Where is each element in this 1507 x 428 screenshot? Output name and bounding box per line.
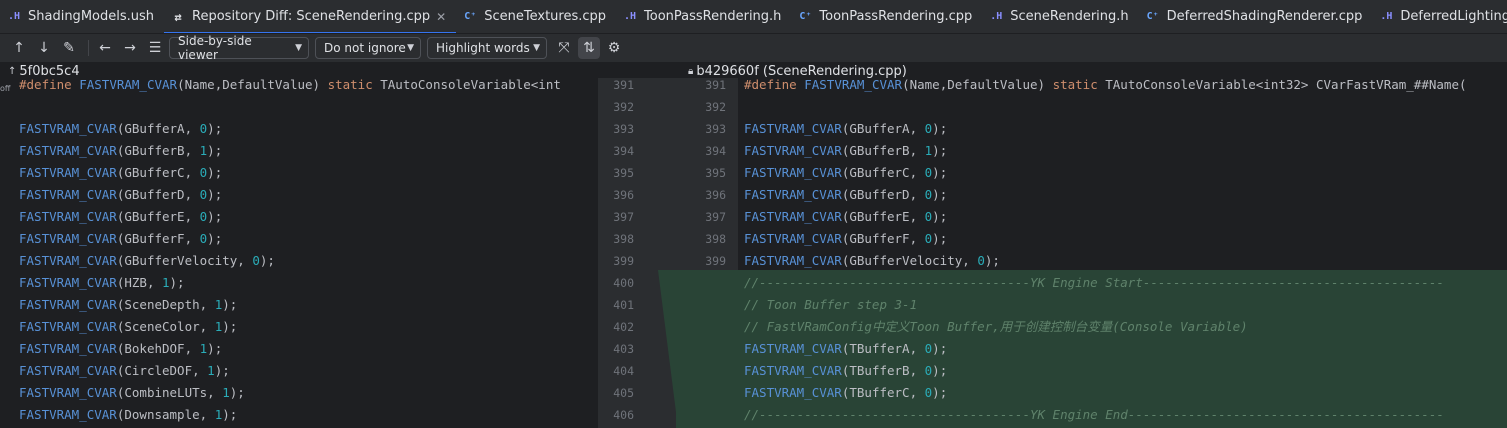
settings-button[interactable]: ⚙ [603, 37, 625, 59]
diff-editor: off #define FASTVRAM_CVAR(Name,DefaultVa… [0, 78, 1507, 428]
left-code-line: FASTVRAM_CVAR(BokehDOF, 1); [19, 341, 223, 356]
right-code-line: FASTVRAM_CVAR(GBufferVelocity, 0); [744, 253, 1000, 268]
cpp-file-icon: C⁺ [799, 11, 812, 22]
collapse-unchanged-button[interactable]: ⤧ [553, 37, 575, 59]
commit-arrow-icon: ↑ [8, 65, 17, 77]
tab-scenerendering-h[interactable]: .H SceneRendering.h [982, 0, 1138, 33]
right-code-line: FASTVRAM_CVAR(TBufferC, 0); [744, 385, 948, 400]
pencil-icon: ✎ [63, 40, 75, 56]
left-revision-label: 5f0bc5c4 [19, 63, 80, 79]
left-code-line: FASTVRAM_CVAR(GBufferC, 0); [19, 165, 223, 180]
right-code-line: #define FASTVRAM_CVAR(Name,DefaultValue)… [744, 78, 1467, 92]
tab-toonpassrendering-cpp[interactable]: C⁺ ToonPassRendering.cpp [791, 0, 982, 33]
next-difference-button[interactable]: ↓ [33, 37, 55, 59]
tab-label: Repository Diff: SceneRendering.cpp [192, 9, 431, 24]
right-code-line: FASTVRAM_CVAR(GBufferB, 1); [744, 143, 948, 158]
left-code-pane[interactable]: off #define FASTVRAM_CVAR(Name,DefaultVa… [0, 78, 598, 428]
left-code-line: FASTVRAM_CVAR(CombineLUTs, 1); [19, 385, 245, 400]
ignore-mode-label: Do not ignore [324, 41, 406, 55]
tab-label: DeferredLightingCommon.ush [1400, 9, 1507, 24]
ignore-mode-dropdown[interactable]: Do not ignore ▼ [315, 37, 421, 59]
right-code-pane[interactable]: #define FASTVRAM_CVAR(Name,DefaultValue)… [738, 78, 1507, 428]
left-code-line: FASTVRAM_CVAR(GBufferB, 1); [19, 143, 223, 158]
diff-toolbar: ↑ ↓ ✎ ← → ☰ Side-by-side viewer ▼ Do not… [0, 34, 1507, 62]
back-button[interactable]: ← [94, 37, 116, 59]
tab-toonpassrendering-h[interactable]: .H ToonPassRendering.h [616, 0, 791, 33]
left-code-line: FASTVRAM_CVAR(GBufferVelocity, 0); [19, 253, 275, 268]
left-code-line: FASTVRAM_CVAR(GBufferE, 0); [19, 209, 223, 224]
left-code-line: FASTVRAM_CVAR(SceneDepth, 1); [19, 297, 238, 312]
chevron-down-icon: ▼ [533, 43, 540, 53]
tab-deferredlightingcommon-ush[interactable]: .H DeferredLightingCommon.ush [1372, 0, 1507, 33]
arrow-down-icon: ↓ [38, 40, 50, 56]
change-connector [658, 270, 738, 428]
insertion-connector [658, 270, 738, 428]
file-list-button[interactable]: ☰ [144, 37, 166, 59]
sync-scroll-icon: ⇅ [583, 40, 595, 56]
tab-label: ToonPassRendering.cpp [819, 9, 973, 24]
cpp-file-icon: C⁺ [1146, 11, 1159, 22]
header-file-icon: .H [624, 11, 637, 22]
viewer-mode-dropdown[interactable]: Side-by-side viewer ▼ [169, 34, 309, 62]
left-code-line: FASTVRAM_CVAR(GBufferD, 0); [19, 187, 223, 202]
previous-difference-button[interactable]: ↑ [8, 37, 30, 59]
edit-source-button[interactable]: ✎ [58, 37, 80, 59]
tab-scenetextures-cpp[interactable]: C⁺ SceneTextures.cpp [456, 0, 616, 33]
gear-icon: ⚙ [607, 40, 621, 56]
chevron-down-icon: ▼ [295, 43, 302, 53]
right-code-line: FASTVRAM_CVAR(GBufferF, 0); [744, 231, 948, 246]
scroll-indicator: off [0, 84, 11, 93]
close-icon[interactable]: ✕ [436, 10, 446, 24]
file-list-icon: ☰ [148, 40, 162, 56]
sync-scroll-toggle[interactable]: ⇅ [578, 37, 600, 59]
tab-label: SceneTextures.cpp [484, 9, 607, 24]
forward-button[interactable]: → [119, 37, 141, 59]
chevron-down-icon: ▼ [407, 43, 414, 53]
tab-label: ToonPassRendering.h [644, 9, 782, 24]
arrow-left-icon: ← [99, 40, 111, 56]
right-code-line: FASTVRAM_CVAR(TBufferA, 0); [744, 341, 948, 356]
right-code-line: FASTVRAM_CVAR(GBufferA, 0); [744, 121, 948, 136]
diff-icon: ⇄ [174, 9, 182, 24]
tab-shadingmodels-ush[interactable]: .H ShadingModels.ush [0, 0, 164, 33]
left-code-line: FASTVRAM_CVAR(GBufferA, 0); [19, 121, 223, 136]
tab-deferredshadingrenderer-cpp[interactable]: C⁺ DeferredShadingRenderer.cpp [1139, 0, 1373, 33]
right-code-line: // FastVRamConfig中定义Toon Buffer,用于创建控制台变… [744, 319, 1248, 334]
arrow-up-icon: ↑ [13, 40, 25, 56]
left-code-line: FASTVRAM_CVAR(Downsample, 1); [19, 407, 238, 422]
tab-label: ShadingModels.ush [28, 9, 155, 24]
right-code-line: FASTVRAM_CVAR(TBufferB, 0); [744, 363, 948, 378]
left-code-line: FASTVRAM_CVAR(GBufferF, 0); [19, 231, 223, 246]
header-file-icon: .H [990, 11, 1003, 22]
left-code-line: FASTVRAM_CVAR(HZB, 1); [19, 275, 185, 290]
tab-label: SceneRendering.h [1010, 9, 1129, 24]
collapse-icon: ⤧ [558, 40, 570, 56]
right-code-line: //------------------------------------YK… [744, 275, 1444, 290]
editor-tab-bar: .H ShadingModels.ush ⇄ Repository Diff: Sce… [0, 0, 1507, 34]
lock-icon: 🔒︎ [688, 65, 694, 77]
header-file-icon: .H [8, 11, 21, 22]
left-code-line: FASTVRAM_CVAR(CircleDOF, 1); [19, 363, 230, 378]
right-code-line: FASTVRAM_CVAR(GBufferC, 0); [744, 165, 948, 180]
header-file-icon: .H [1380, 11, 1393, 22]
toolbar-separator [88, 40, 89, 56]
left-code-line: #define FASTVRAM_CVAR(Name,DefaultValue)… [19, 78, 561, 92]
right-code-line: //------------------------------------YK… [744, 407, 1444, 422]
highlight-mode-label: Highlight words [436, 41, 530, 55]
tab-label: DeferredShadingRenderer.cpp [1166, 9, 1363, 24]
highlight-mode-dropdown[interactable]: Highlight words ▼ [427, 37, 547, 59]
right-code-line: // Toon Buffer step 3-1 [744, 297, 918, 312]
left-code-line: FASTVRAM_CVAR(SceneColor, 1); [19, 319, 238, 334]
right-revision-label: b429660f (SceneRendering.cpp) [696, 63, 907, 79]
arrow-right-icon: → [124, 40, 136, 56]
cpp-file-icon: C⁺ [464, 11, 477, 22]
tab-repository-diff-scenerendering-cpp[interactable]: ⇄ Repository Diff: SceneRendering.cpp ✕ [164, 0, 457, 33]
right-code-line: FASTVRAM_CVAR(GBufferD, 0); [744, 187, 948, 202]
right-code-line: FASTVRAM_CVAR(GBufferE, 0); [744, 209, 948, 224]
viewer-mode-label: Side-by-side viewer [178, 34, 252, 62]
